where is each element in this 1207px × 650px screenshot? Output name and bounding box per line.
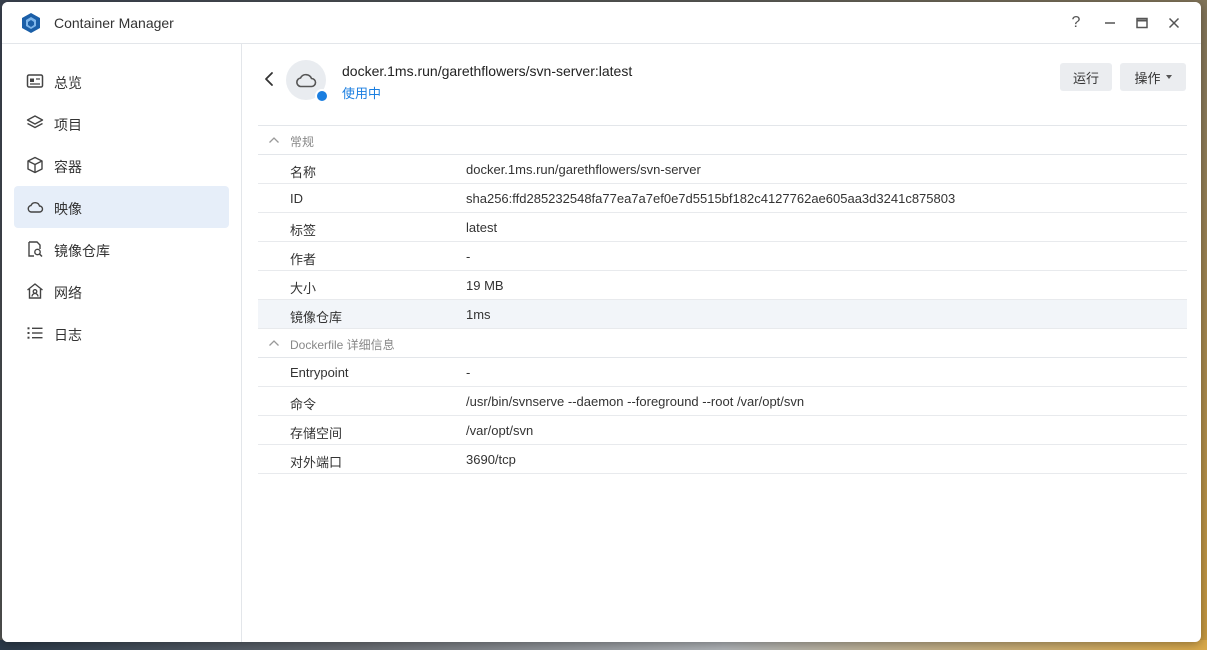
table-row: Entrypoint - (258, 358, 1187, 387)
table-row: 存储空间 /var/opt/svn (258, 416, 1187, 445)
sidebar-item-label: 网络 (54, 285, 82, 301)
table-row: 镜像仓库 1ms (258, 300, 1187, 329)
row-key: 命令 (290, 397, 317, 412)
app-title: Container Manager (54, 15, 174, 31)
row-value: /var/opt/svn (466, 423, 534, 438)
network-home-icon (27, 283, 43, 299)
row-key: 大小 (290, 281, 317, 296)
table-row: 标签 latest (258, 213, 1187, 242)
sidebar-item-label: 容器 (54, 159, 82, 175)
app-window: Container Manager ? 总览 项目 容器 映像 镜像仓库 网络 … (2, 2, 1201, 642)
sidebar-item-label: 镜像仓库 (54, 243, 110, 259)
run-button[interactable]: 运行 (1060, 63, 1112, 91)
row-value: 19 MB (466, 278, 504, 293)
sidebar-item-overview[interactable]: 总览 (14, 60, 229, 102)
table-row: 作者 - (258, 242, 1187, 271)
sidebar-item-label: 映像 (54, 201, 82, 217)
help-button[interactable]: ? (1064, 11, 1088, 35)
image-name-title: docker.1ms.run/garethflowers/svn-server:… (342, 63, 633, 79)
table-row: 命令 /usr/bin/svnserve --daemon --foregrou… (258, 387, 1187, 416)
maximize-icon (1136, 17, 1148, 29)
sidebar: 总览 项目 容器 映像 镜像仓库 网络 日志 (2, 44, 242, 642)
row-value: /usr/bin/svnserve --daemon --foreground … (466, 394, 805, 409)
table-row: ID sha256:ffd285232548fa77ea7a7ef0e7d551… (258, 184, 1187, 213)
row-value: 3690/tcp (466, 452, 516, 467)
registry-search-icon (28, 241, 43, 258)
section-title: Dockerfile 详细信息 (290, 338, 395, 352)
sidebar-item-label: 日志 (54, 327, 82, 343)
table-row: 对外端口 3690/tcp (258, 445, 1187, 474)
section-title: 常规 (290, 135, 315, 149)
row-value: docker.1ms.run/garethflowers/svn-server (466, 162, 701, 177)
back-arrow-icon[interactable] (260, 70, 278, 88)
minimize-icon (1105, 22, 1115, 24)
table-row: 名称 docker.1ms.run/garethflowers/svn-serv… (258, 155, 1187, 184)
row-key: ID (290, 191, 303, 206)
table-row: 大小 19 MB (258, 271, 1187, 300)
image-detail-panel: docker.1ms.run/garethflowers/svn-server:… (242, 44, 1201, 642)
row-key: 作者 (290, 252, 317, 267)
sidebar-item-network[interactable]: 网络 (14, 270, 229, 312)
help-icon: ? (1071, 14, 1081, 31)
row-key: 对外端口 (290, 455, 343, 470)
row-key: 存储空间 (290, 426, 343, 441)
row-key: Entrypoint (290, 365, 349, 380)
chevron-up-icon (269, 137, 279, 143)
sidebar-item-registry[interactable]: 镜像仓库 (14, 228, 229, 270)
minimize-button[interactable] (1098, 11, 1122, 35)
container-manager-logo-icon (22, 13, 40, 33)
close-icon (1168, 17, 1180, 29)
row-key: 标签 (290, 223, 317, 238)
details-table: 常规 名称 docker.1ms.run/garethflowers/svn-s… (258, 125, 1187, 474)
actions-dropdown-button[interactable]: 操作 (1120, 63, 1186, 91)
row-value: - (466, 365, 471, 380)
section-header-dockerfile[interactable]: Dockerfile 详细信息 (258, 329, 1187, 358)
run-button-label: 运行 (1072, 70, 1099, 86)
list-icon (27, 327, 43, 339)
row-value: sha256:ffd285232548fa77ea7a7ef0e7d5515bf… (466, 191, 956, 206)
actions-button-label: 操作 (1134, 70, 1161, 86)
close-button[interactable] (1162, 11, 1186, 35)
section-header-general[interactable]: 常规 (258, 126, 1187, 155)
sidebar-item-label: 总览 (54, 75, 82, 91)
title-bar: Container Manager ? (2, 2, 1201, 44)
row-value: latest (466, 220, 498, 235)
sidebar-item-images[interactable]: 映像 (14, 186, 229, 228)
dashboard-icon (26, 74, 44, 88)
cloud-icon (296, 73, 317, 88)
cube-icon (27, 156, 43, 174)
sidebar-item-containers[interactable]: 容器 (14, 144, 229, 186)
row-key: 名称 (290, 165, 317, 180)
maximize-button[interactable] (1130, 11, 1154, 35)
sidebar-item-label: 项目 (54, 117, 82, 133)
row-key: 镜像仓库 (290, 310, 343, 325)
cloud-icon (27, 202, 44, 213)
image-status: 使用中 (342, 86, 382, 101)
layers-icon (26, 115, 44, 129)
sidebar-item-logs[interactable]: 日志 (14, 312, 229, 354)
row-value: - (466, 249, 471, 264)
status-indicator-dot (315, 89, 329, 103)
sidebar-item-projects[interactable]: 项目 (14, 102, 229, 144)
row-value: 1ms (466, 307, 491, 322)
chevron-down-icon (1165, 75, 1172, 79)
chevron-up-icon (269, 340, 279, 346)
